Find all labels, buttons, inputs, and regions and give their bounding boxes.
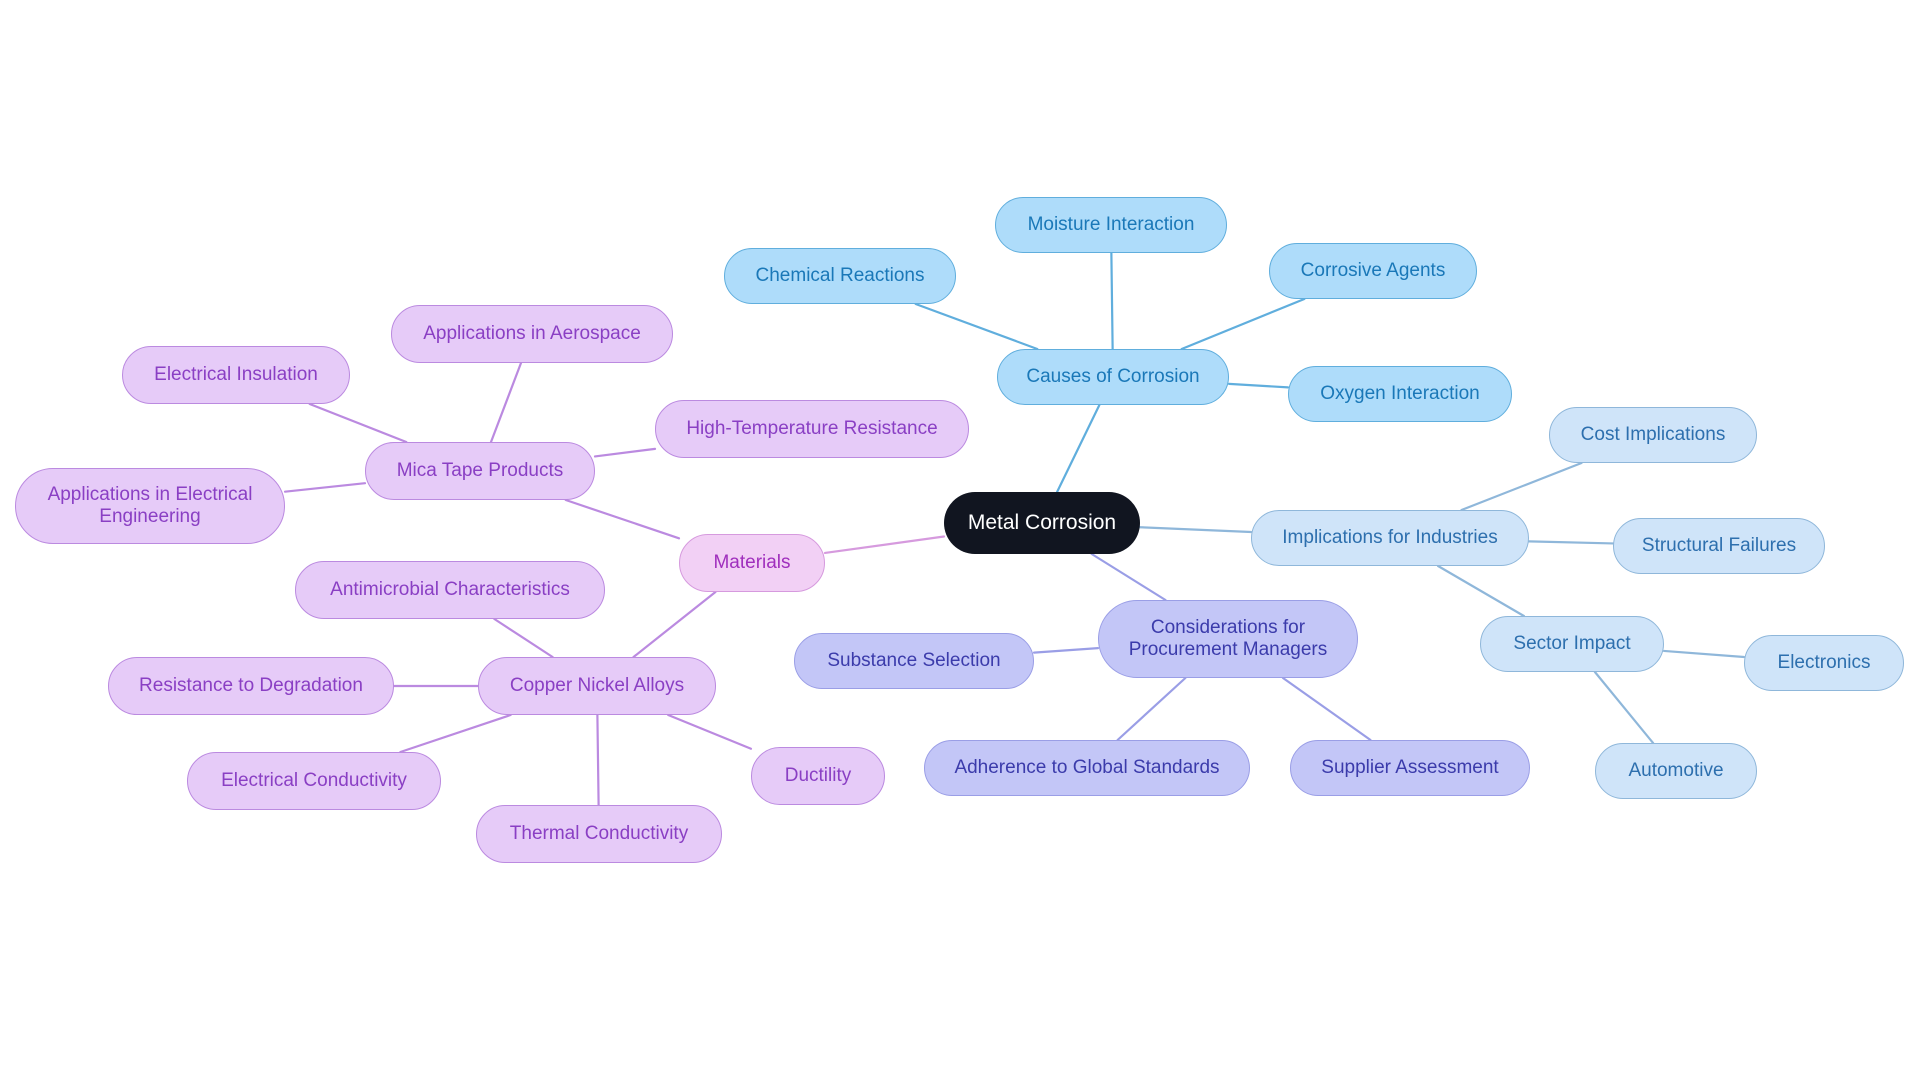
mindmap-node-label: Resistance to Degradation	[139, 674, 363, 696]
mindmap-node-label: Electrical Conductivity	[221, 769, 407, 791]
mindmap-node-oxygen[interactable]: Oxygen Interaction	[1288, 366, 1512, 422]
mindmap-node-structural[interactable]: Structural Failures	[1613, 518, 1825, 574]
mindmap-node-label: Implications for Industries	[1282, 526, 1498, 548]
mindmap-node-root[interactable]: Metal Corrosion	[944, 492, 1140, 554]
mindmap-node-label: Cost Implications	[1580, 423, 1726, 445]
mindmap-node-label: Substance Selection	[827, 649, 1001, 671]
mindmap-node-label: Oxygen Interaction	[1320, 382, 1480, 404]
mindmap-node-implications[interactable]: Implications for Industries	[1251, 510, 1529, 566]
mindmap-nodes: Metal Corrosion Causes of Corrosion Moistu…	[0, 0, 1920, 1083]
mindmap-node-label: Chemical Reactions	[755, 264, 925, 286]
mindmap-node-causes[interactable]: Causes of Corrosion	[997, 349, 1229, 405]
mindmap-node-label: Automotive	[1628, 759, 1724, 781]
mindmap-node-label: Antimicrobial Characteristics	[330, 578, 570, 600]
mindmap-node-materials[interactable]: Materials	[679, 534, 825, 592]
mindmap-canvas: Metal Corrosion Causes of Corrosion Moistu…	[0, 0, 1920, 1083]
mindmap-node-label: Corrosive Agents	[1300, 259, 1446, 281]
mindmap-node-label: Applications in Aerospace	[423, 322, 641, 344]
mindmap-node-label: Adherence to Global Standards	[954, 756, 1220, 778]
mindmap-node-label: Ductility	[784, 764, 852, 786]
mindmap-node-electronics[interactable]: Electronics	[1744, 635, 1904, 691]
mindmap-node-moisture[interactable]: Moisture Interaction	[995, 197, 1227, 253]
mindmap-node-label: High-Temperature Resistance	[686, 417, 938, 439]
mindmap-node-antimicrobial[interactable]: Antimicrobial Characteristics	[295, 561, 605, 619]
mindmap-node-label: Metal Corrosion	[967, 510, 1117, 534]
mindmap-node-copper[interactable]: Copper Nickel Alloys	[478, 657, 716, 715]
mindmap-node-label: Mica Tape Products	[396, 459, 564, 481]
mindmap-node-hightemp[interactable]: High-Temperature Resistance	[655, 400, 969, 458]
mindmap-node-label: Thermal Conductivity	[509, 822, 689, 844]
mindmap-node-corrosive[interactable]: Corrosive Agents	[1269, 243, 1477, 299]
mindmap-node-sector[interactable]: Sector Impact	[1480, 616, 1664, 672]
mindmap-node-label: Causes of Corrosion	[1026, 365, 1200, 387]
mindmap-node-label: Applications in Electrical Engineering	[47, 483, 253, 527]
mindmap-node-label: Moisture Interaction	[1027, 213, 1195, 235]
mindmap-node-thermal-cond[interactable]: Thermal Conductivity	[476, 805, 722, 863]
mindmap-node-cost[interactable]: Cost Implications	[1549, 407, 1757, 463]
mindmap-node-chemical[interactable]: Chemical Reactions	[724, 248, 956, 304]
mindmap-node-label: Electrical Insulation	[154, 363, 318, 385]
mindmap-node-substance[interactable]: Substance Selection	[794, 633, 1034, 689]
mindmap-node-label: Considerations for Procurement Managers	[1128, 616, 1328, 660]
mindmap-node-adherence[interactable]: Adherence to Global Standards	[924, 740, 1250, 796]
mindmap-node-label: Materials	[713, 551, 791, 573]
mindmap-node-automotive[interactable]: Automotive	[1595, 743, 1757, 799]
mindmap-node-supplier[interactable]: Supplier Assessment	[1290, 740, 1530, 796]
mindmap-node-label: Copper Nickel Alloys	[509, 674, 685, 696]
mindmap-node-label: Electronics	[1777, 651, 1871, 673]
mindmap-node-label: Structural Failures	[1641, 534, 1797, 556]
mindmap-node-ductility[interactable]: Ductility	[751, 747, 885, 805]
mindmap-node-degradation[interactable]: Resistance to Degradation	[108, 657, 394, 715]
mindmap-node-elec-eng[interactable]: Applications in Electrical Engineering	[15, 468, 285, 544]
mindmap-node-label: Supplier Assessment	[1321, 756, 1499, 778]
mindmap-node-label: Sector Impact	[1513, 632, 1631, 654]
mindmap-node-elec-cond[interactable]: Electrical Conductivity	[187, 752, 441, 810]
mindmap-node-aerospace[interactable]: Applications in Aerospace	[391, 305, 673, 363]
mindmap-node-mica[interactable]: Mica Tape Products	[365, 442, 595, 500]
mindmap-node-considerations[interactable]: Considerations for Procurement Managers	[1098, 600, 1358, 678]
mindmap-node-insulation[interactable]: Electrical Insulation	[122, 346, 350, 404]
